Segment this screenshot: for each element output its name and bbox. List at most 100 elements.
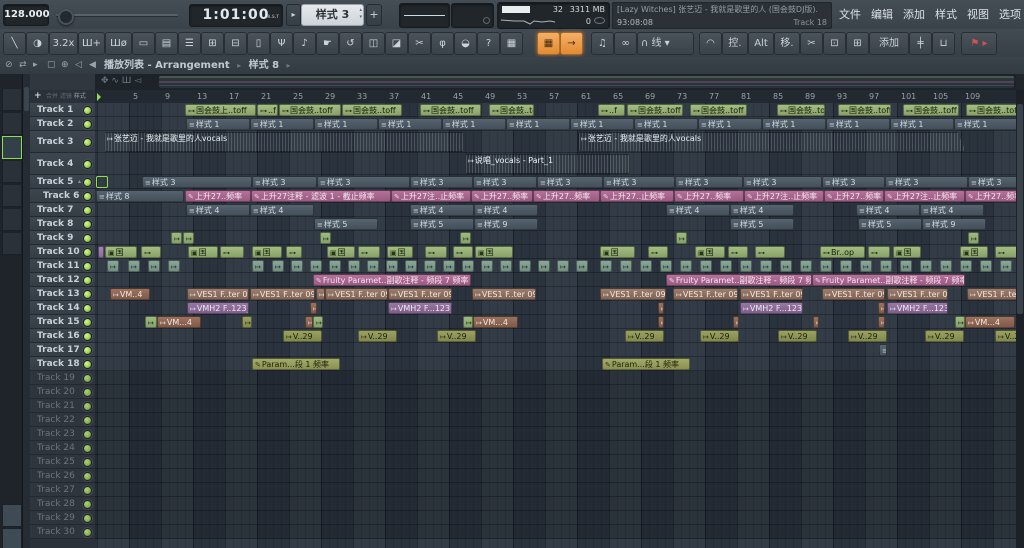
clip[interactable]: ↦ (720, 260, 732, 272)
track-header-26[interactable]: Track 26 (30, 469, 95, 483)
clip[interactable]: ↦ (658, 302, 664, 314)
touch-controller-button[interactable]: ☛ (316, 32, 339, 55)
track-lane-11[interactable] (95, 259, 1016, 273)
clip-上升27注..止频率[interactable]: ✎上升27注..止频率 (884, 190, 965, 202)
clip-样式 3[interactable]: ≡样式 3 (537, 176, 603, 188)
clip[interactable]: ↦ (960, 260, 972, 272)
clip[interactable]: ↦ (481, 260, 493, 272)
clip[interactable]: ↦ (700, 260, 712, 272)
menu-item-添加[interactable]: 添加 (898, 0, 930, 29)
preview-tool-icon[interactable]: ◁ (75, 57, 82, 74)
picker-item[interactable] (2, 160, 22, 183)
track-mute-led[interactable] (83, 178, 92, 187)
copy-button[interactable]: ⊡ (823, 32, 846, 55)
clip-样式 3[interactable]: ≡样式 3 (410, 176, 473, 188)
clip-VM..4[interactable]: ↦VM..4 (110, 288, 150, 300)
clip-张艺迈 - 我就是歌里的人vocals[interactable]: ↦张艺迈 - 我就是歌里的人vocals (578, 132, 966, 152)
clip[interactable]: ↦ (676, 232, 687, 244)
clip[interactable]: ↦ (128, 260, 140, 272)
clip[interactable]: ↦ (557, 260, 569, 272)
clip-Param...段 1 频率[interactable]: ✎Param...段 1 频率 (602, 358, 690, 370)
clip[interactable]: ⊶ (453, 246, 473, 258)
clip[interactable]: ↦ (500, 260, 512, 272)
clip[interactable]: ↦ (658, 316, 664, 328)
time-display[interactable]: 1:01:00 B.S.T (189, 4, 283, 27)
clip[interactable]: ⊶ (755, 246, 785, 258)
clip-V..2[interactable]: ↦V..2 (995, 330, 1016, 342)
clip-国会鼓..toff[interactable]: ⊶国会鼓..toff (279, 104, 341, 116)
track-mute-led[interactable] (83, 192, 92, 201)
clip[interactable]: ↦ (733, 316, 739, 328)
timeline-ruler[interactable]: 5913172125293337414549535761656973778185… (95, 90, 1016, 104)
clip-样式 3[interactable]: ≡样式 3 (822, 176, 885, 188)
clip[interactable]: ↦ (386, 260, 398, 272)
track-header-4[interactable]: Track 4 (30, 153, 95, 175)
clip[interactable]: ↦ (460, 232, 471, 244)
track-header-17[interactable]: Track 17 (30, 343, 95, 357)
track-mute-led[interactable] (83, 528, 92, 537)
track-mute-led[interactable] (83, 458, 92, 467)
picker-item[interactable] (2, 112, 22, 135)
track-header-21[interactable]: Track 21 (30, 399, 95, 413)
track-lane-23[interactable] (95, 427, 1016, 441)
clip-国[interactable]: ▣国 (188, 246, 218, 258)
clip-样式 3[interactable]: ≡样式 3 (675, 176, 743, 188)
track-mute-led[interactable] (83, 220, 92, 229)
horizontal-scrollbar[interactable]: ✥ ∿ Ш ◅ (95, 74, 1016, 91)
track-mute-led[interactable] (83, 360, 92, 369)
track-header-27[interactable]: Track 27 (30, 483, 95, 497)
clip[interactable]: ↦ (640, 260, 652, 272)
track-lane-19[interactable] (95, 371, 1016, 385)
channel-rack-button[interactable]: ⊞ (201, 32, 224, 55)
track-header-18[interactable]: Track 18 (30, 357, 95, 371)
clip-VES1 F..ter 099[interactable]: ↦VES1 F..ter 099 (600, 288, 666, 300)
clip-样式 3[interactable]: ≡样式 3 (317, 176, 410, 188)
clip-VES1 F..ter 099[interactable]: ↦VES1 F..ter 099 (673, 288, 738, 300)
clip[interactable]: ↦ (620, 260, 632, 272)
clip-样式 5[interactable]: ≡样式 5 (314, 218, 378, 230)
track-mute-led[interactable] (83, 514, 92, 523)
clip[interactable]: ↦ (405, 260, 417, 272)
link-button[interactable]: ∞ (614, 32, 637, 55)
bpm-display[interactable]: 128.000 (3, 4, 49, 26)
clip[interactable]: ⊶ (141, 246, 161, 258)
clip-国[interactable]: ▣国 (695, 246, 725, 258)
clip[interactable]: ↦ (367, 260, 379, 272)
alt-tool-button[interactable]: Alt (748, 32, 774, 55)
clip[interactable]: ↦ (320, 232, 331, 244)
playhead-marker[interactable] (97, 93, 101, 101)
clip-Fruity Paramet..副歌注释 - 频段 7 频率[interactable]: ✎Fruity Paramet..副歌注释 - 频段 7 频率 (313, 274, 471, 286)
clip-V..29[interactable]: ↦V..29 (283, 330, 322, 342)
clip-上升27..频率[interactable]: ✎上升27..频率 (185, 190, 251, 202)
clip-国[interactable]: ▣国 (600, 246, 635, 258)
clip-样式 4[interactable]: ≡样式 4 (920, 204, 984, 216)
picker-item[interactable] (2, 232, 22, 255)
clip[interactable]: ↦ (148, 260, 160, 272)
clip[interactable]: ↦ (348, 260, 360, 272)
clip[interactable]: ↦ (171, 232, 182, 244)
clip-样式 9[interactable]: ≡样式 9 (474, 218, 538, 230)
clip-VES1 F..ter 099[interactable]: ↦VES1 F..ter 099 (472, 288, 536, 300)
clip-V..29[interactable]: ↦V..29 (700, 330, 739, 342)
clip-VES1 F..ter 099[interactable]: ↦VES1 F..ter 099 (740, 288, 803, 300)
track-mute-led[interactable] (83, 290, 92, 299)
clip[interactable]: ↦ (183, 232, 194, 244)
clip-上升27..止频率[interactable]: ✎上升27..止频率 (600, 190, 674, 202)
track-mute-led[interactable] (83, 276, 92, 285)
track-header-28[interactable]: Track 28 (30, 497, 95, 511)
clip-VES1 F..ter 099[interactable]: ↦VES1 F..ter 099 (388, 288, 452, 300)
flag-locale-button[interactable]: ⚑ ▸ (961, 32, 997, 55)
clip[interactable]: ↦ (291, 260, 303, 272)
clip[interactable]: ↦ (305, 316, 313, 328)
track-mute-led[interactable] (83, 106, 92, 115)
menu-item-视图[interactable]: 视图 (962, 0, 994, 29)
snap-selector-button[interactable]: ∩ 线 ▾ (637, 32, 694, 55)
tool-pointer-button[interactable]: ╲ (3, 32, 26, 55)
menu-item-样式[interactable]: 样式 (930, 0, 962, 29)
clip-样式 3[interactable]: ≡样式 3 (603, 176, 675, 188)
clip[interactable]: ↦ (840, 260, 852, 272)
slip-tool-icon[interactable]: ⇄ (19, 57, 27, 74)
clip-样式 5[interactable]: ≡样式 5 (730, 218, 794, 230)
clip-国[interactable]: ▣国 (252, 246, 282, 258)
select-tool-icon[interactable]: ▢ (47, 57, 56, 74)
